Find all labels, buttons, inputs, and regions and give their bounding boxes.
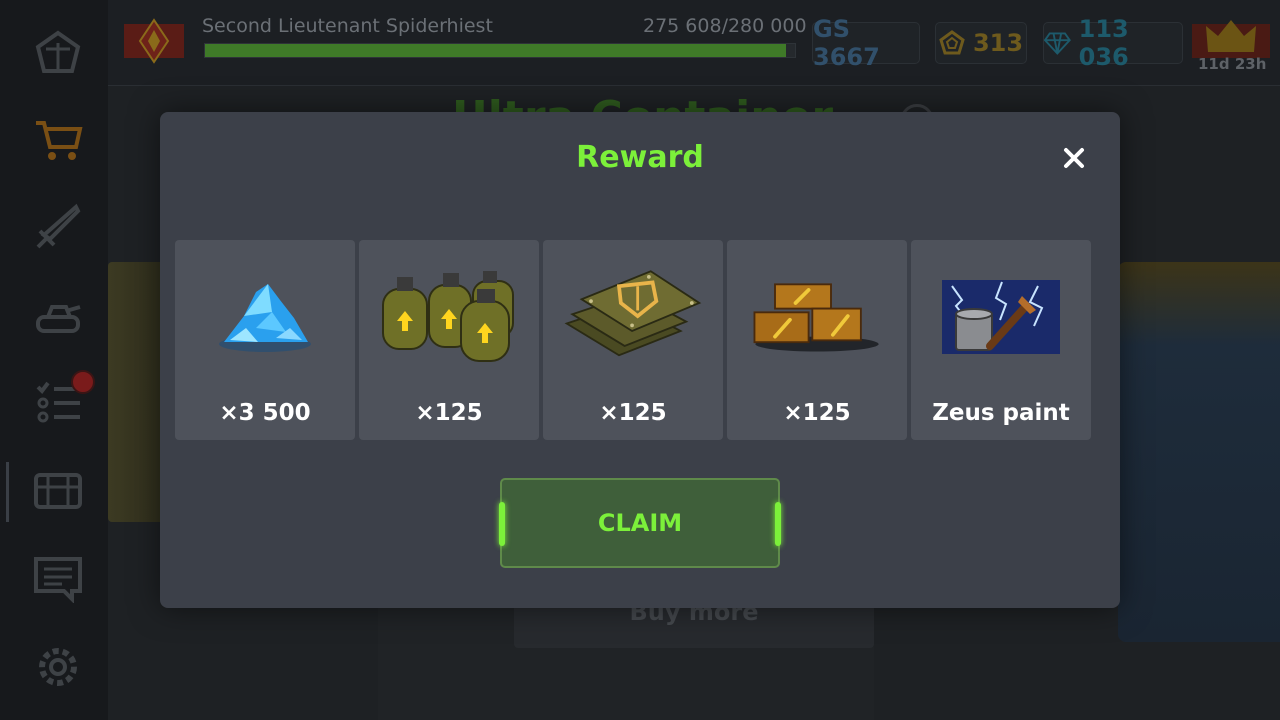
sidebar-item-garage[interactable]: [29, 288, 87, 346]
sidebar-active-indicator: [6, 462, 9, 522]
reward-card: ×125: [543, 240, 723, 440]
gear-score-badge: GS 3667: [812, 15, 920, 71]
shop-cart-icon: [36, 121, 83, 160]
claim-button[interactable]: CLAIM: [499, 478, 781, 568]
rank-badge-icon: [124, 18, 184, 64]
xp-progress-text: 275 608/280 000: [643, 15, 807, 37]
gem-value: 113 036: [1078, 15, 1129, 71]
player-rank-name: Second Lieutenant Spiderhiest: [202, 15, 493, 37]
containers-icon: [34, 473, 82, 509]
sidebar-item-news[interactable]: [29, 548, 87, 606]
reward-card: ×125: [727, 240, 907, 440]
gem-balance[interactable]: 113 036: [1043, 15, 1183, 71]
reward-quantity: ×125: [599, 400, 667, 426]
sidebar: [0, 0, 108, 720]
zeus-paint-icon: [931, 262, 1071, 372]
background-container-left: [108, 262, 168, 522]
gear-score-value: GS 3667: [813, 15, 880, 71]
claim-button-edge-right: [775, 502, 781, 546]
armor-plates-icon: [563, 262, 703, 372]
settings-gear-icon: [39, 648, 77, 686]
sidebar-item-settings[interactable]: [29, 638, 87, 696]
tank-icon: [36, 305, 81, 333]
gold-coin-icon: [939, 30, 965, 55]
sidebar-item-home[interactable]: [29, 24, 87, 82]
reward-name: Zeus paint: [932, 400, 1070, 426]
reward-card: Zeus paint: [911, 240, 1091, 440]
background-container-right: [1118, 262, 1280, 642]
close-button[interactable]: [1056, 140, 1092, 176]
xp-progress-bar: [204, 43, 796, 58]
reward-card: ×3 500: [175, 240, 355, 440]
repair-kit-crates-icon: [747, 262, 887, 372]
diamond-icon: [1044, 32, 1071, 55]
close-icon: [1064, 148, 1084, 168]
season-timer: 11d 23h: [1198, 55, 1267, 73]
sidebar-item-containers[interactable]: [29, 462, 87, 520]
gold-balance[interactable]: 313: [935, 22, 1027, 64]
claim-button-edge-left: [499, 502, 505, 546]
crystals-icon: [195, 262, 335, 372]
reward-dialog: Reward ×3 500 ×125 ×125 ×125 Zeus paint …: [160, 112, 1120, 608]
claim-button-label: CLAIM: [597, 509, 683, 537]
gold-value: 313: [972, 29, 1024, 57]
dialog-title: Reward: [576, 140, 704, 175]
missions-notification-badge: [71, 370, 95, 394]
sword-icon: [36, 203, 81, 249]
home-icon: [35, 30, 81, 73]
reward-quantity: ×125: [415, 400, 483, 426]
reward-card: ×125: [359, 240, 539, 440]
sidebar-item-shop[interactable]: [29, 110, 87, 168]
news-icon: [34, 557, 82, 603]
xp-progress-fill: [205, 44, 786, 57]
reward-quantity: ×3 500: [219, 400, 311, 426]
reward-quantity: ×125: [783, 400, 851, 426]
sidebar-item-battle[interactable]: [29, 198, 87, 256]
gas-cylinders-icon: [379, 262, 519, 372]
